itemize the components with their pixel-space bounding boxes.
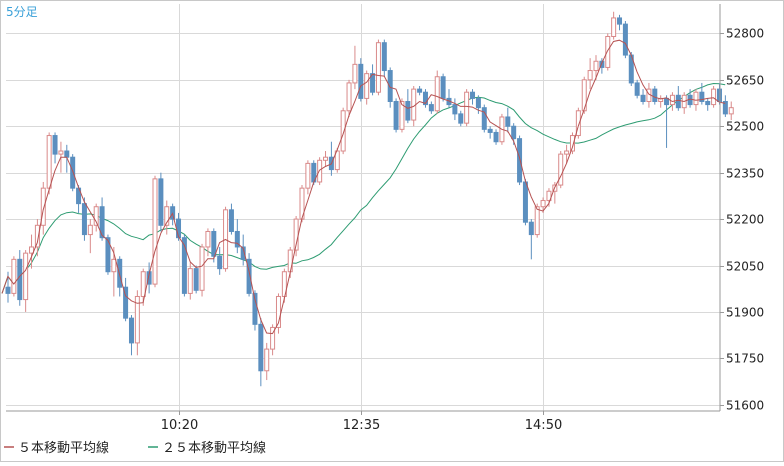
candle-down-body bbox=[211, 230, 217, 257]
candle-down-body bbox=[652, 88, 658, 102]
timeframe-label: 5分足 bbox=[6, 5, 38, 19]
candle-down-body bbox=[428, 104, 434, 112]
candle-up-body bbox=[205, 230, 211, 248]
candle-down-body bbox=[228, 209, 234, 232]
candle-down-body bbox=[517, 138, 523, 183]
candle-up-body bbox=[540, 200, 546, 208]
candle-up-body bbox=[464, 91, 470, 124]
candle-up-body bbox=[87, 224, 93, 236]
candle-down-body bbox=[52, 135, 58, 155]
x-tick-label: 10:20 bbox=[161, 418, 198, 433]
x-tick-label: 12:35 bbox=[343, 418, 380, 433]
candle-up-body bbox=[199, 246, 205, 291]
candle-up-body bbox=[11, 258, 17, 294]
candle-up-body bbox=[564, 150, 570, 155]
candle-up-body bbox=[711, 88, 717, 106]
candle-down-body bbox=[393, 100, 399, 130]
candle-down-body bbox=[511, 125, 517, 140]
candle-up-body bbox=[317, 159, 323, 183]
candle-down-body bbox=[617, 17, 623, 25]
candle-up-body bbox=[346, 82, 352, 112]
candle-down-body bbox=[64, 150, 70, 158]
candle-down-body bbox=[128, 317, 134, 344]
candle-down-body bbox=[452, 104, 458, 115]
candle-down-body bbox=[440, 76, 446, 99]
candle-up-body bbox=[364, 73, 370, 99]
candle-up-body bbox=[187, 268, 193, 294]
candle-up-body bbox=[611, 17, 617, 37]
chart-border bbox=[0, 0, 784, 462]
candle-up-body bbox=[587, 70, 593, 81]
candle-up-body bbox=[140, 271, 146, 297]
y-tick-label: 52200 bbox=[726, 213, 764, 227]
candle-down-body bbox=[487, 128, 493, 133]
candle-down-body bbox=[505, 116, 511, 127]
y-tick-label: 51750 bbox=[726, 352, 764, 366]
candle-up-body bbox=[434, 76, 440, 112]
candle-down-body bbox=[417, 88, 423, 93]
candle-up-body bbox=[352, 63, 358, 84]
y-tick-label: 52350 bbox=[726, 167, 764, 181]
legend-label-ma5: ５本移動平均線 bbox=[18, 440, 109, 456]
candle-down-body bbox=[258, 323, 264, 372]
candle-down-body bbox=[70, 156, 76, 189]
candle-up-body bbox=[375, 42, 381, 93]
candle-down-body bbox=[193, 268, 199, 291]
candle-down-body bbox=[475, 97, 481, 109]
candle-up-body bbox=[305, 162, 311, 189]
candle-down-body bbox=[5, 286, 11, 294]
candle-up-body bbox=[669, 94, 675, 106]
candle-down-body bbox=[81, 203, 87, 236]
candle-down-body bbox=[640, 94, 646, 102]
candle-up-body bbox=[605, 35, 611, 68]
candle-down-body bbox=[675, 94, 681, 109]
candlestick-chart: 51600 51750 51900 52050 52200 52350 52500 52650… bbox=[0, 0, 784, 462]
candle-down-body bbox=[716, 88, 722, 102]
candle-up-body bbox=[111, 258, 117, 273]
candle-down-body bbox=[117, 258, 123, 288]
x-tick-label: 14:50 bbox=[525, 418, 562, 433]
candle-up-body bbox=[323, 156, 329, 161]
candle-up-body bbox=[46, 135, 52, 189]
candle-down-body bbox=[158, 178, 164, 226]
y-tick-label: 52800 bbox=[726, 27, 764, 41]
y-tick-label: 52650 bbox=[726, 74, 764, 88]
candle-up-body bbox=[728, 107, 734, 115]
y-tick-label: 52500 bbox=[726, 120, 764, 134]
y-tick-label: 51600 bbox=[726, 399, 764, 413]
candle-up-body bbox=[287, 249, 293, 273]
candle-down-body bbox=[217, 255, 223, 270]
y-tick-label: 52050 bbox=[726, 260, 764, 274]
candle-down-body bbox=[493, 131, 499, 143]
candle-up-body bbox=[58, 150, 64, 155]
y-tick-label: 51900 bbox=[726, 306, 764, 320]
candle-down-body bbox=[458, 113, 464, 124]
candle-down-body bbox=[522, 181, 528, 223]
candle-down-body bbox=[481, 107, 487, 130]
candle-down-body bbox=[387, 70, 393, 102]
candle-down-body bbox=[17, 258, 23, 301]
y-axis-labels: 51600 51750 51900 52050 52200 52350 52500 52650… bbox=[726, 27, 764, 413]
candle-down-body bbox=[381, 42, 387, 72]
candle-down-body bbox=[622, 23, 628, 56]
candle-down-body bbox=[405, 100, 411, 121]
candle-up-body bbox=[558, 153, 564, 186]
candle-down-body bbox=[470, 91, 476, 99]
candle-up-body bbox=[693, 91, 699, 106]
candle-down-body bbox=[634, 82, 640, 96]
legend-label-ma25: ２５本移動平均線 bbox=[162, 440, 266, 456]
candle-up-body bbox=[593, 60, 599, 72]
chart-frame: 51600 51750 51900 52050 52200 52350 52500 52650… bbox=[0, 0, 784, 462]
candle-down-body bbox=[528, 221, 534, 236]
candle-down-body bbox=[358, 63, 364, 99]
candle-up-body bbox=[23, 252, 29, 301]
candle-up-body bbox=[152, 178, 158, 285]
candle-up-body bbox=[264, 348, 270, 372]
candle-up-body bbox=[534, 206, 540, 236]
candle-down-body bbox=[705, 100, 711, 106]
